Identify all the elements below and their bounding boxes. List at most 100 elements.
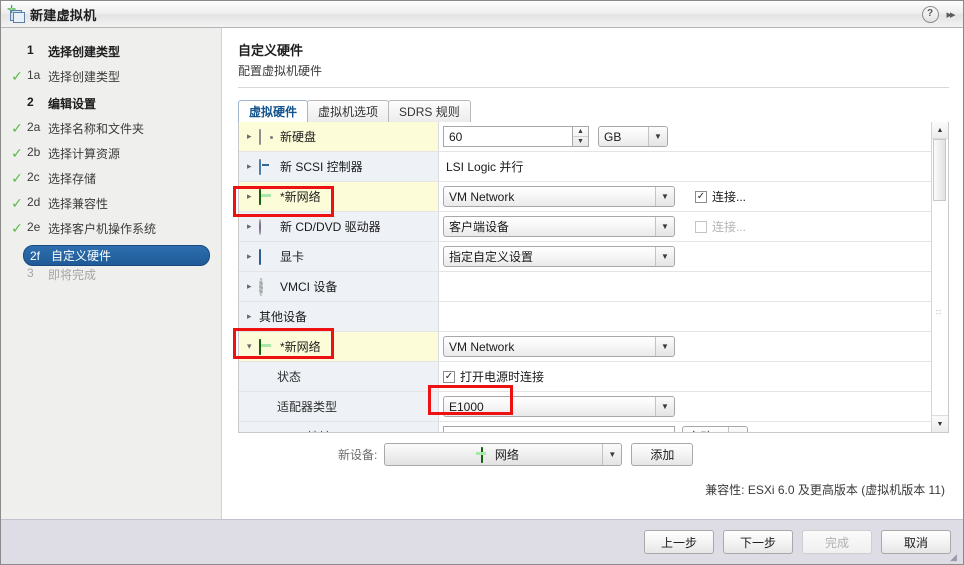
footer-button-1[interactable]: 下一步 [723, 530, 793, 554]
hardware-row[interactable]: ▸ *新网络 VM Network ▼ ✓ 连接... [239, 182, 931, 212]
hardware-row-label-cell: ▸ 新 CD/DVD 驱动器 [239, 212, 439, 241]
hardware-row-label-cell: MAC 地址 [239, 422, 439, 432]
tab-1[interactable]: 虚拟机选项 [307, 100, 390, 122]
sidebar-step-label: 选择兼容性 [48, 197, 109, 211]
hardware-row[interactable]: ▾ *新网络 VM Network ▼ [239, 332, 931, 362]
checkbox-box-icon [695, 220, 707, 233]
hardware-row-value-cell: 60 ▲ ▼ GB ▼ [439, 122, 931, 151]
sidebar-step-number: 2b [27, 145, 41, 159]
hardware-row-label: *新网络 [280, 340, 321, 354]
hardware-row-label: VMCI 设备 [280, 280, 338, 294]
hardware-row[interactable]: ▸ 新 CD/DVD 驱动器 客户端设备 ▼ 连接... [239, 212, 931, 242]
hardware-row-value-cell: ✓ 打开电源时连接 [439, 362, 931, 391]
hard-disk-icon [259, 128, 275, 145]
hardware-row-label: 状态 [277, 370, 302, 384]
chevron-right-icon[interactable]: ▸ [247, 312, 259, 321]
hardware-row[interactable]: 状态 ✓ 打开电源时连接 [239, 362, 931, 392]
chevron-right-icon[interactable]: ▸ [247, 282, 259, 291]
add-device-button[interactable]: 添加 [631, 443, 694, 466]
chevron-down-icon: ▼ [728, 427, 747, 432]
disk-size-unit-select[interactable]: GB ▼ [598, 126, 668, 147]
hardware-row[interactable]: 适配器类型 E1000 ▼ [239, 392, 931, 422]
sidebar-step-2[interactable]: 2 编辑设置 [1, 95, 221, 120]
sidebar-step-2d[interactable]: ✓ 2d 选择兼容性 [1, 195, 221, 220]
chevron-right-icon[interactable]: ▸ [247, 222, 259, 231]
tab-0[interactable]: 虚拟硬件 [238, 100, 309, 122]
chevron-right-icon[interactable]: ▸ [247, 132, 259, 141]
connect-checkbox[interactable]: ✓ 连接... [695, 188, 746, 205]
scroll-down-arrow-icon[interactable]: ▼ [932, 415, 948, 432]
hardware-row-select[interactable]: 客户端设备 ▼ [443, 216, 675, 237]
chevron-down-icon: ▼ [655, 187, 674, 206]
disk-size-unit-select-value: GB [604, 129, 622, 144]
chevron-down-icon: ▼ [655, 217, 674, 236]
mac-address-mode-select[interactable]: 自动▼ [682, 426, 748, 432]
footer-button-0[interactable]: 上一步 [644, 530, 714, 554]
scrollbar-thumb[interactable] [933, 139, 946, 201]
expand-button[interactable]: ▸▸ [941, 5, 959, 23]
hardware-row-label-cell: ▾ *新网络 [239, 332, 439, 361]
new-device-select[interactable]: 网络 ▼ [384, 443, 623, 466]
new-device-selected-value: 网络 [494, 448, 519, 462]
checkbox-box-icon: ✓ [695, 190, 707, 203]
resize-grip-icon[interactable]: ◢ [950, 552, 960, 562]
connect-checkbox[interactable]: ✓ 打开电源时连接 [443, 368, 544, 385]
sidebar-step-2a[interactable]: ✓ 2a 选择名称和文件夹 [1, 120, 221, 145]
sidebar-step-number: 2d [27, 195, 41, 209]
mac-address-input[interactable] [443, 426, 675, 432]
sidebar-step-label: 编辑设置 [48, 97, 97, 111]
sidebar-step-label: 自定义硬件 [51, 249, 112, 263]
new-device-label: 新设备: [338, 448, 378, 462]
hardware-row-select[interactable]: VM Network ▼ [443, 186, 675, 207]
scrollbar-track[interactable]: ∷ [932, 139, 948, 415]
stepper-up-icon[interactable]: ▲ [573, 127, 588, 137]
sidebar-step-2b[interactable]: ✓ 2b 选择计算资源 [1, 145, 221, 170]
new-device-bar: 新设备: 网络 ▼ 添加 [238, 443, 949, 466]
help-button[interactable]: ? [921, 5, 939, 23]
check-icon: ✓ [11, 68, 23, 84]
page-title: 自定义硬件 [238, 43, 304, 58]
page-subtitle: 配置虚拟机硬件 [238, 64, 323, 78]
chevron-down-icon[interactable]: ▾ [247, 342, 259, 351]
mac-address-mode-select-value: 自动 [683, 428, 728, 432]
new-vm-icon: ✛ [7, 4, 25, 23]
hardware-row[interactable]: ▸ VMCI 设备 [239, 272, 931, 302]
tab-2[interactable]: SDRS 规则 [388, 100, 471, 122]
hardware-row-label: 新 CD/DVD 驱动器 [280, 220, 381, 234]
checkbox-label: 打开电源时连接 [460, 370, 545, 384]
hardware-row[interactable]: ▸ 其他设备 [239, 302, 931, 332]
hardware-row-select-value: E1000 [449, 399, 484, 414]
sidebar-step-label: 选择创建类型 [48, 45, 121, 59]
sidebar-step-1a[interactable]: ✓ 1a 选择创建类型 [1, 68, 221, 93]
sidebar-step-1[interactable]: 1 选择创建类型 [1, 43, 221, 68]
chevron-right-icon[interactable]: ▸ [247, 192, 259, 201]
chevron-down-icon: ▼ [655, 397, 674, 416]
hardware-row-select[interactable]: 指定自定义设置 ▼ [443, 246, 675, 267]
scsi-controller-icon [259, 158, 275, 175]
hardware-row-select[interactable]: VM Network ▼ [443, 336, 675, 357]
disk-size-input[interactable]: 60 [443, 126, 573, 147]
chevron-right-icon[interactable]: ▸ [247, 162, 259, 171]
network-adapter-icon [474, 446, 490, 463]
sidebar-step-2e[interactable]: ✓ 2e 选择客户机操作系统 [1, 220, 221, 245]
tab-label: SDRS 规则 [399, 105, 460, 119]
footer-button-3[interactable]: 取消 [881, 530, 951, 554]
check-icon: ✓ [11, 220, 23, 236]
stepper-down-icon[interactable]: ▼ [573, 137, 588, 146]
check-icon: ✓ [11, 120, 23, 136]
hardware-grid-scrollbar[interactable]: ▲ ∷ ▼ [931, 122, 948, 432]
disk-size-stepper[interactable]: ▲ ▼ [573, 126, 589, 147]
hardware-row[interactable]: ▸ 显卡 指定自定义设置 ▼ [239, 242, 931, 272]
hardware-row-select[interactable]: E1000 ▼ [443, 396, 675, 417]
hardware-row[interactable]: MAC 地址 自动▼ [239, 422, 931, 432]
cd-dvd-icon [259, 218, 275, 235]
sidebar-step-2f[interactable]: 2f 自定义硬件 [23, 245, 210, 266]
hardware-row[interactable]: ▸ 新硬盘 60 ▲ ▼ GB ▼ [239, 122, 931, 152]
chevron-right-icon[interactable]: ▸ [247, 252, 259, 261]
hardware-row-value-cell: 客户端设备 ▼ 连接... [439, 212, 931, 241]
scroll-up-arrow-icon[interactable]: ▲ [932, 122, 948, 139]
sidebar-step-3[interactable]: 3 即将完成 [1, 266, 221, 291]
sidebar-step-label: 选择客户机操作系统 [48, 222, 157, 236]
sidebar-step-2c[interactable]: ✓ 2c 选择存储 [1, 170, 221, 195]
hardware-row[interactable]: ▸ 新 SCSI 控制器 LSI Logic 并行 [239, 152, 931, 182]
